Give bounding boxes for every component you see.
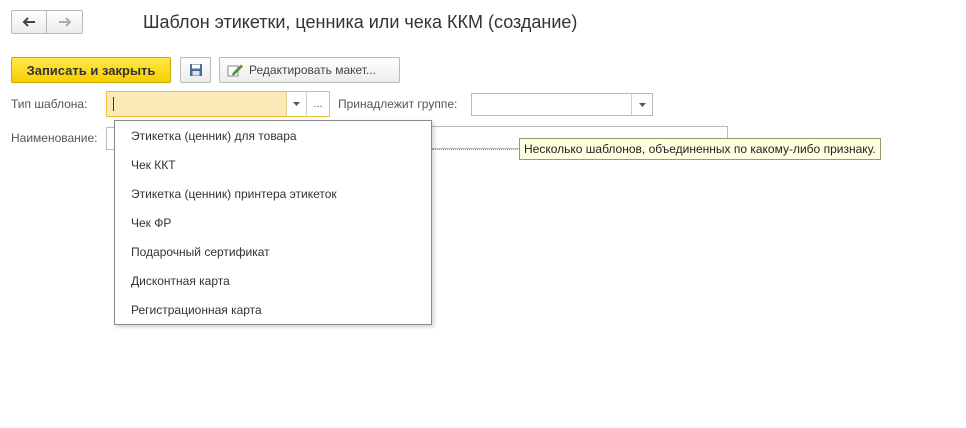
chevron-down-icon	[293, 102, 300, 106]
template-type-select-button[interactable]: ...	[306, 91, 330, 117]
save-button[interactable]	[180, 57, 211, 83]
back-button[interactable]	[11, 10, 47, 34]
nav-buttons	[11, 10, 84, 34]
dropdown-item[interactable]: Этикетка (ценник) принтера этикеток	[131, 184, 337, 204]
dropdown-item[interactable]: Подарочный сертификат	[131, 242, 270, 262]
name-label: Наименование:	[11, 131, 98, 145]
dropdown-item[interactable]: Дисконтная карта	[131, 271, 230, 291]
dropdown-item[interactable]: Этикетка (ценник) для товара	[131, 126, 297, 146]
tooltip-pointer-line	[432, 149, 524, 150]
edit-layout-button[interactable]: Редактировать макет...	[219, 57, 400, 83]
dropdown-item[interactable]: Чек ККТ	[131, 155, 176, 175]
write-and-close-button[interactable]: Записать и закрыть	[11, 57, 171, 83]
template-type-dropdown-list: Этикетка (ценник) для товара Чек ККТ Эти…	[114, 120, 432, 325]
group-label: Принадлежит группе:	[338, 97, 458, 111]
template-type-dropdown-button[interactable]	[286, 92, 306, 116]
template-type-label: Тип шаблона:	[11, 97, 88, 111]
forward-button[interactable]	[47, 10, 83, 34]
group-tooltip: Несколько шаблонов, объединенных по како…	[519, 138, 881, 160]
dropdown-item[interactable]: Чек ФР	[131, 213, 171, 233]
chevron-down-icon	[638, 102, 646, 107]
pencil-icon	[227, 64, 243, 77]
dropdown-item[interactable]: Регистрационная карта	[131, 300, 262, 320]
arrow-left-icon	[22, 17, 35, 27]
floppy-disk-icon	[189, 64, 202, 76]
text-caret	[113, 97, 114, 111]
edit-layout-label: Редактировать макет...	[249, 63, 376, 77]
group-dropdown-button[interactable]	[631, 94, 652, 115]
page-title: Шаблон этикетки, ценника или чека ККМ (с…	[143, 12, 578, 32]
template-type-input[interactable]	[106, 91, 306, 117]
group-input[interactable]	[471, 93, 653, 116]
arrow-right-icon	[58, 17, 71, 27]
